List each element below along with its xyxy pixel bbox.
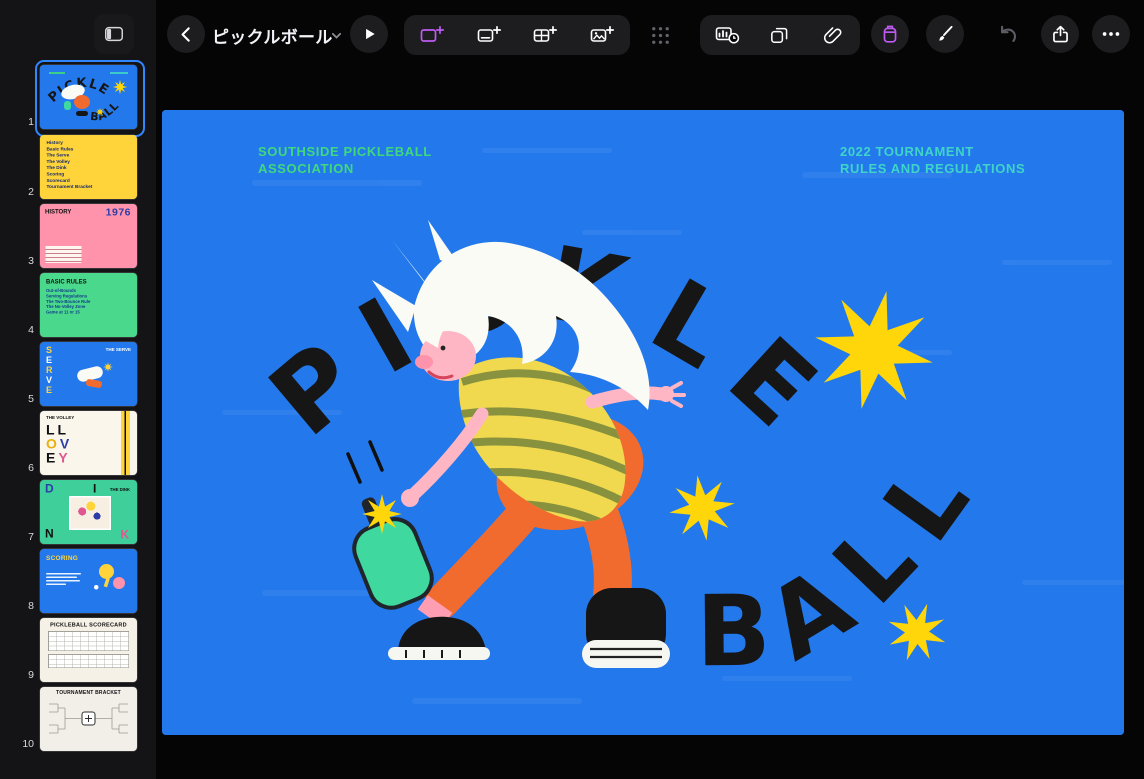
slide-number: 6: [0, 462, 34, 474]
toolbar: ピックルボール: [0, 0, 1144, 70]
association-text[interactable]: SOUTHSIDE PICKLEBALL ASSOCIATION: [258, 143, 432, 177]
more-button[interactable]: [1092, 15, 1130, 53]
slide-number: 8: [0, 600, 34, 612]
app-window: { "toolbar": { "title": "ピックルボール" }, "si…: [0, 0, 1144, 779]
slide-thumbnail-7[interactable]: 7 D I N K THE DINK: [0, 480, 156, 544]
ball-star: [362, 494, 402, 534]
thumb-title: THE SERVE: [106, 347, 131, 352]
chevron-left-icon: [176, 24, 197, 45]
slide-number: 9: [0, 669, 34, 681]
tools-toolbar-group: [700, 15, 860, 55]
chevron-down-icon: [330, 29, 343, 42]
add-slide-icon: [419, 23, 445, 47]
thumb-title: TOURNAMENT BRACKET: [40, 690, 137, 696]
ellipsis-icon: [1100, 23, 1122, 45]
sneaker-back: [582, 588, 670, 668]
thumbnail-art-title-slide[interactable]: PICKLE BALL: [40, 65, 137, 129]
slide-thumbnail-8[interactable]: 8 SCORING: [0, 549, 156, 613]
brush-icon: [934, 23, 956, 45]
add-media-button[interactable]: [580, 18, 624, 52]
star-icon: [103, 362, 113, 372]
tournament-text[interactable]: 2022 TOURNAMENT RULES AND REGULATIONS: [840, 143, 1025, 177]
slide-number: 4: [0, 324, 34, 336]
undo-icon: [995, 22, 1020, 47]
insert-toolbar-group: [404, 15, 630, 55]
share-icon: [1050, 24, 1071, 45]
slide-thumbnail-5[interactable]: 5 S E R V E THE SERVE: [0, 342, 156, 406]
sidebar-icon: [103, 23, 125, 45]
add-table-icon: [532, 23, 558, 47]
text-block: [46, 246, 82, 263]
back-button[interactable]: [167, 15, 205, 53]
slide-number: 7: [0, 531, 34, 543]
thumb-title: BASIC RULES: [46, 278, 137, 285]
slide-artwork: PICKLE BALL: [162, 110, 1124, 735]
slide-thumbnail-2[interactable]: 2 HistoryBasic Rules The ServeThe Volley…: [0, 135, 156, 199]
grid-view-button[interactable]: [638, 18, 682, 52]
paint-jar-icon: [878, 22, 902, 46]
vertical-word: S E R V E: [46, 345, 53, 395]
slide-thumbnail-6[interactable]: 6 THE VOLLEY LL OV EY: [0, 411, 156, 475]
thumb-title: HISTORY: [45, 208, 71, 215]
big-letters: LL OV EY: [46, 423, 72, 465]
slide-number: 5: [0, 393, 34, 405]
slide-number: 3: [0, 255, 34, 267]
share-button[interactable]: [1041, 15, 1079, 53]
mini-title-art: PICKLE BALL: [40, 65, 137, 129]
copy-style-button[interactable]: [758, 18, 802, 52]
undo-button[interactable]: [985, 17, 1029, 51]
add-slide-button[interactable]: [410, 18, 454, 52]
document-title[interactable]: ピックルボール: [212, 23, 333, 48]
overlapping-squares-icon: [768, 24, 791, 47]
scorecard-table: [48, 654, 129, 668]
chart-timer-icon: [714, 23, 740, 47]
rules-list: Out-of-BoundsServing Regulations The Two…: [46, 288, 137, 315]
thumb-title: THE VOLLEY: [46, 415, 74, 420]
add-text-box-icon: [476, 23, 502, 47]
slide-canvas[interactable]: PICKLE BALL: [162, 110, 1124, 735]
thumb-title: THE DINK: [110, 487, 130, 492]
thumb-title: SCORING: [46, 554, 78, 562]
photo-box: [69, 496, 111, 530]
play-button[interactable]: [350, 15, 388, 53]
slide-thumbnail-9[interactable]: 9 PICKLEBALL SCORECARD: [0, 618, 156, 682]
slide-thumbnail-10[interactable]: 10 TOURNAMENT BRACKET: [0, 687, 156, 751]
sidebar-toggle-button[interactable]: [94, 14, 134, 54]
retouch-button[interactable]: [926, 15, 964, 53]
play-icon: [359, 24, 379, 44]
slide-navigator: 1 PICKLE BALL: [0, 0, 156, 779]
add-text-box-button[interactable]: [467, 18, 511, 52]
slide-thumbnail-3[interactable]: 3 HISTORY 1976: [0, 204, 156, 268]
thumb-title: PICKLEBALL SCORECARD: [40, 622, 137, 628]
attachment-button[interactable]: [811, 18, 855, 52]
slide-thumbnail-4[interactable]: 4 BASIC RULES Out-of-BoundsServing Regul…: [0, 273, 156, 337]
slide-number: 2: [0, 186, 34, 198]
styles-button[interactable]: [871, 15, 909, 53]
agenda-list: HistoryBasic Rules The ServeThe Volley T…: [40, 135, 137, 199]
add-photo-icon: [589, 23, 615, 47]
paperclip-icon: [822, 24, 844, 46]
title-menu-button[interactable]: [330, 29, 343, 47]
year-label: 1976: [106, 207, 131, 219]
bracket-diagram: [46, 699, 131, 741]
scorecard-table: [48, 631, 129, 651]
slide-number: 1: [0, 116, 34, 128]
grid-dots-icon: [649, 24, 672, 47]
add-table-button[interactable]: [523, 18, 567, 52]
slide-thumbnail-1[interactable]: 1 PICKLE BALL: [0, 65, 156, 129]
slide-number: 10: [0, 738, 34, 750]
rehearse-button[interactable]: [705, 18, 749, 52]
